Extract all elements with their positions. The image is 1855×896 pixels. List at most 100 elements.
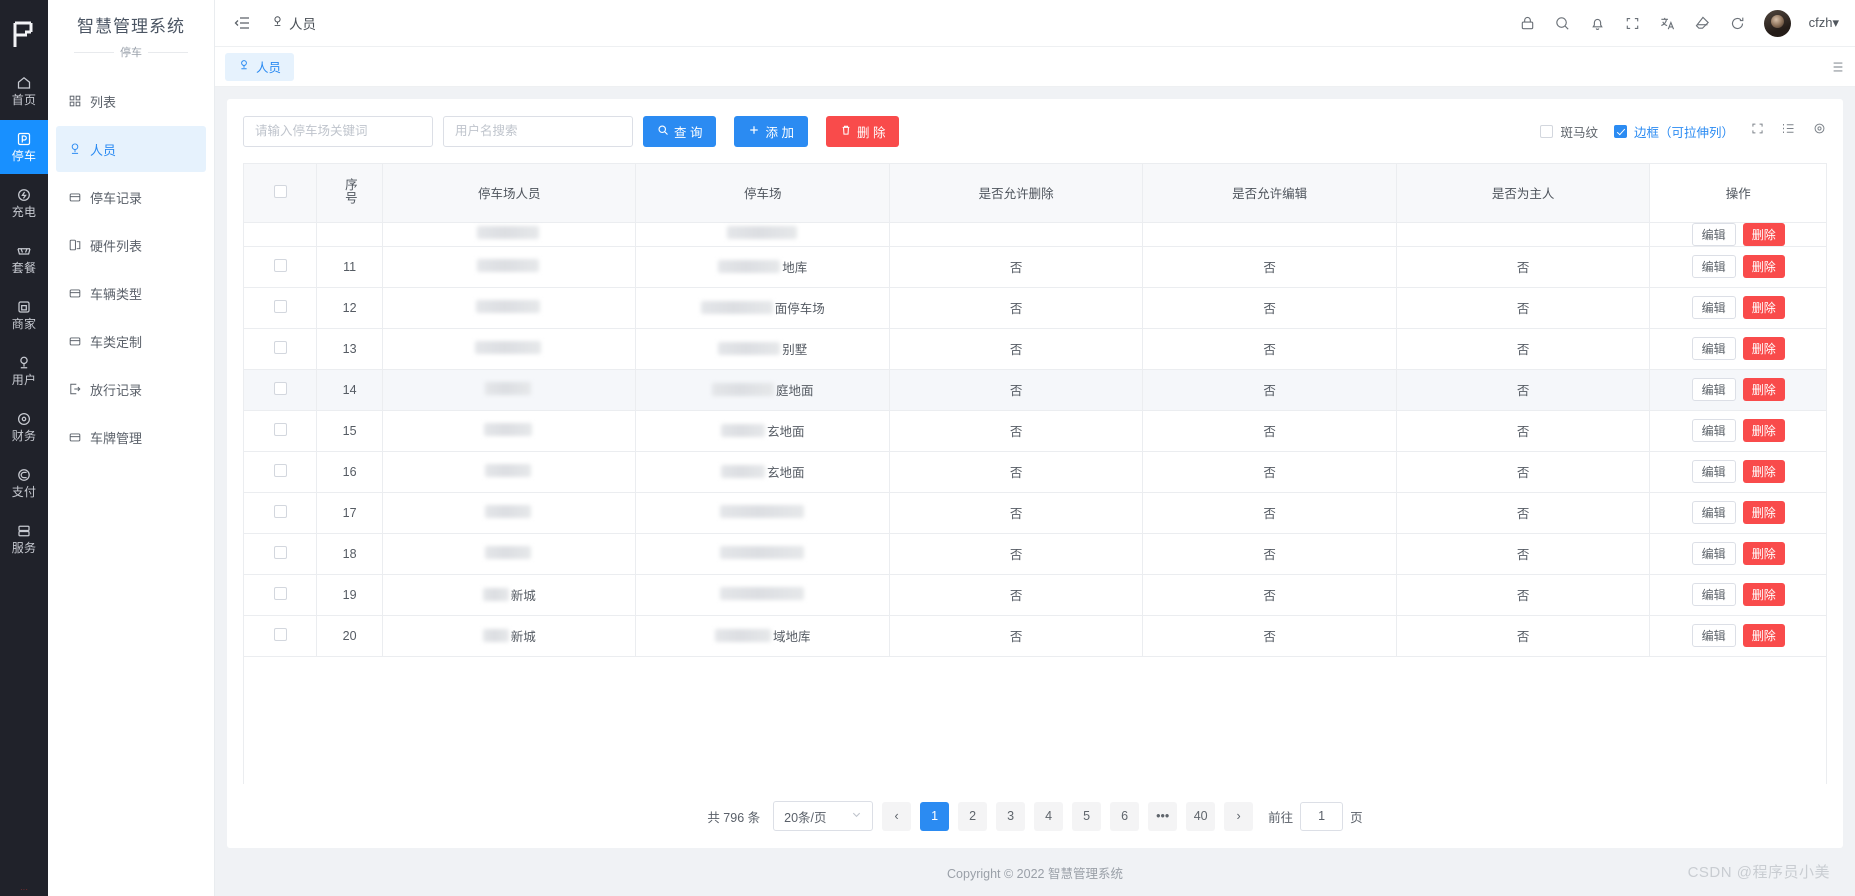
sidebar-item-4[interactable]: 车辆类型 (56, 270, 206, 316)
row-edit-button[interactable]: 编辑 (1691, 501, 1736, 524)
page-size-select[interactable]: 20条/页 (773, 801, 874, 831)
delete-button[interactable]: 删 除 (825, 115, 900, 147)
page-button-6[interactable]: 6 (1110, 801, 1140, 831)
col-header-actions[interactable]: 操作 (1649, 164, 1826, 223)
search-icon[interactable] (1554, 15, 1571, 32)
theme-palette-icon[interactable] (1694, 15, 1711, 32)
row-delete-button[interactable]: 删除 (1742, 501, 1785, 524)
username-menu[interactable]: cfzh▾ (1809, 15, 1839, 31)
tab-options-icon[interactable] (1831, 60, 1845, 74)
sidebar-item-7[interactable]: 车牌管理 (56, 414, 206, 460)
rail-item-0[interactable]: 首页 (0, 64, 48, 118)
sidebar-item-3[interactable]: 硬件列表 (56, 222, 206, 268)
table-row[interactable]: 18 否 否 否 编辑 删除 (244, 533, 1826, 575)
row-select-cell[interactable] (244, 369, 318, 411)
page-jump-input[interactable] (1300, 801, 1344, 831)
zebra-toggle[interactable]: 斑马纹 (1540, 122, 1598, 141)
zebra-checkbox[interactable] (1540, 124, 1554, 138)
border-toggle[interactable]: 边框（可拉伸列） (1613, 122, 1734, 141)
row-checkbox[interactable] (273, 627, 287, 641)
page-next-button[interactable]: › (1224, 801, 1254, 831)
rail-item-7[interactable]: 支付 (0, 456, 48, 510)
page-button-40[interactable]: 40 (1186, 801, 1216, 831)
row-edit-button[interactable]: 编辑 (1691, 255, 1736, 278)
row-checkbox[interactable] (273, 422, 287, 436)
row-checkbox[interactable] (273, 340, 287, 354)
row-edit-button[interactable]: 编辑 (1691, 337, 1736, 360)
page-prev-button[interactable]: ‹ (882, 801, 912, 831)
row-delete-button[interactable]: 删除 (1742, 419, 1785, 442)
rail-item-3[interactable]: 套餐 (0, 232, 48, 286)
row-edit-button[interactable]: 编辑 (1691, 419, 1736, 442)
table-row[interactable]: 17 否 否 否 编辑 删除 (244, 492, 1826, 534)
row-checkbox[interactable] (273, 258, 287, 272)
page-button-2[interactable]: 2 (958, 801, 988, 831)
row-delete-button[interactable]: 删除 (1742, 542, 1785, 565)
table-row[interactable]: 11 地库 否 否 否 编辑 删除 (244, 246, 1826, 288)
row-edit-button[interactable]: 编辑 (1691, 624, 1736, 647)
table-row[interactable]: 编辑 删除 (244, 222, 1826, 247)
brand-logo-icon[interactable] (0, 6, 48, 64)
row-checkbox[interactable] (273, 504, 287, 518)
row-delete-button[interactable]: 删除 (1742, 222, 1785, 246)
page-button-•••[interactable]: ••• (1148, 801, 1178, 831)
refresh-icon[interactable] (1729, 15, 1746, 32)
row-edit-button[interactable]: 编辑 (1691, 296, 1736, 319)
rail-item-4[interactable]: 商家 (0, 288, 48, 342)
table-row[interactable]: 15 玄地面 否 否 否 编辑 删除 (244, 410, 1826, 452)
fullscreen-icon[interactable] (1750, 121, 1765, 141)
col-header-person[interactable]: 停车场人员 (382, 164, 637, 223)
tab-person[interactable]: 人员 (225, 52, 295, 81)
sidebar-item-1[interactable]: 人员 (56, 126, 206, 172)
row-select-cell[interactable] (244, 451, 318, 493)
rail-item-5[interactable]: 用户 (0, 344, 48, 398)
row-select-cell[interactable] (244, 533, 318, 575)
row-delete-button[interactable]: 删除 (1742, 624, 1785, 647)
collapse-menu-icon[interactable] (231, 12, 253, 34)
table-row[interactable]: 13 别墅 否 否 否 编辑 删除 (244, 328, 1826, 370)
col-header-allow_delete[interactable]: 是否允许删除 (889, 164, 1144, 223)
lock-icon[interactable] (1519, 15, 1536, 32)
row-select-cell[interactable] (244, 615, 318, 657)
table-row[interactable]: 16 玄地面 否 否 否 编辑 删除 (244, 451, 1826, 493)
table-row[interactable]: 14 庭地面 否 否 否 编辑 删除 (244, 369, 1826, 411)
translate-icon[interactable] (1659, 15, 1676, 32)
col-header-allow_edit[interactable]: 是否允许编辑 (1142, 164, 1397, 223)
row-checkbox[interactable] (273, 586, 287, 600)
row-edit-button[interactable]: 编辑 (1691, 222, 1736, 246)
row-edit-button[interactable]: 编辑 (1691, 378, 1736, 401)
bell-icon[interactable] (1589, 15, 1606, 32)
row-checkbox[interactable] (273, 463, 287, 477)
sidebar-item-0[interactable]: 列表 (56, 78, 206, 124)
search-button[interactable]: 查 询 (643, 115, 717, 147)
select-all-checkbox[interactable] (273, 184, 287, 198)
column-settings-icon[interactable] (1781, 121, 1796, 141)
table-row[interactable]: 19 新城 否 否 否 编辑 删除 (244, 574, 1826, 616)
gear-icon[interactable] (1812, 121, 1827, 141)
col-header-select[interactable] (244, 164, 318, 223)
row-delete-button[interactable]: 删除 (1742, 337, 1785, 360)
page-button-4[interactable]: 4 (1034, 801, 1064, 831)
row-delete-button[interactable]: 删除 (1742, 460, 1785, 483)
border-checkbox[interactable] (1613, 124, 1627, 138)
row-select-cell[interactable] (244, 287, 318, 329)
col-header-index[interactable]: 序号 (316, 164, 383, 223)
page-button-1[interactable]: 1 (920, 801, 950, 831)
page-button-3[interactable]: 3 (996, 801, 1026, 831)
sidebar-item-5[interactable]: 车类定制 (56, 318, 206, 364)
col-header-is_owner[interactable]: 是否为主人 (1396, 164, 1651, 223)
row-select-cell[interactable] (244, 492, 318, 534)
rail-item-8[interactable]: 服务 (0, 512, 48, 566)
row-select-cell[interactable] (244, 222, 318, 247)
rail-item-2[interactable]: 充电 (0, 176, 48, 230)
rail-item-1[interactable]: 停车 (0, 120, 48, 174)
rail-item-6[interactable]: 财务 (0, 400, 48, 454)
row-delete-button[interactable]: 删除 (1742, 378, 1785, 401)
row-edit-button[interactable]: 编辑 (1691, 542, 1736, 565)
row-select-cell[interactable] (244, 574, 318, 616)
username-search-input[interactable] (443, 115, 633, 147)
avatar[interactable] (1763, 9, 1791, 37)
sidebar-item-2[interactable]: 停车记录 (56, 174, 206, 220)
keyword-input[interactable] (243, 115, 433, 147)
row-select-cell[interactable] (244, 328, 318, 370)
